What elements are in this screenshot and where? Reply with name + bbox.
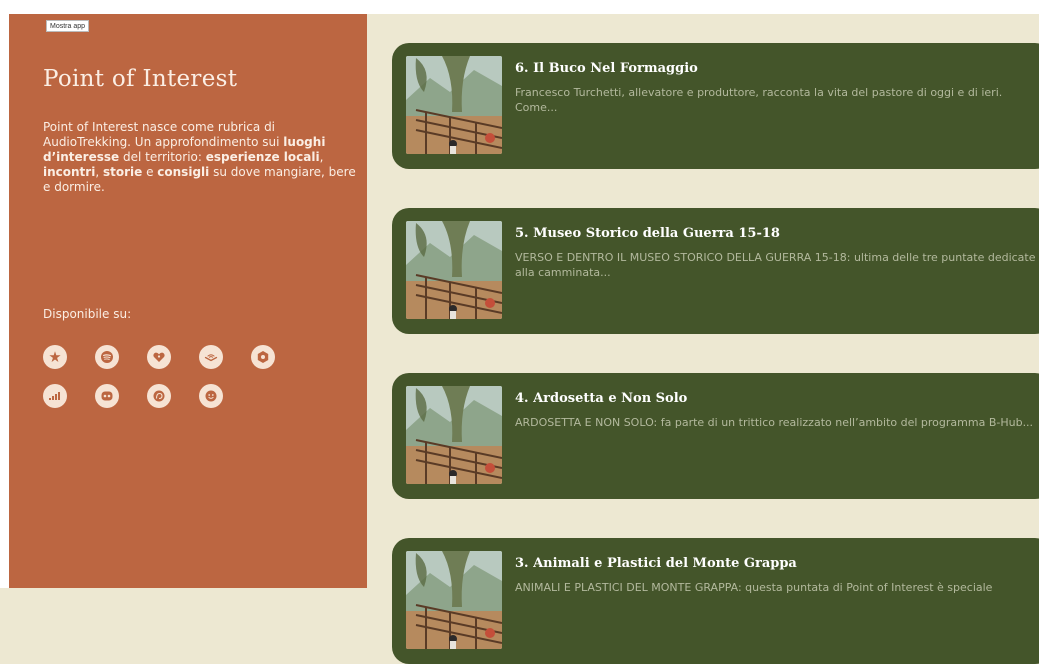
episode-artwork [406, 386, 502, 484]
show-app-button[interactable]: Mostra app [46, 20, 90, 32]
description-text: , [319, 150, 324, 164]
watercolor-artwork-icon [406, 386, 502, 484]
episode-artwork [406, 56, 502, 154]
description-highlight: incontri [43, 165, 96, 179]
description-highlight: storie [102, 165, 143, 179]
spotify-link[interactable] [95, 345, 119, 369]
available-on-label: Disponibile su: [43, 307, 132, 321]
watercolor-artwork-icon [406, 221, 502, 319]
description-highlight: consigli [157, 165, 210, 179]
player-fm-icon [205, 390, 217, 402]
apple-podcasts-link[interactable] [43, 345, 67, 369]
episode-description: ARDOSETTA E NON SOLO: fa parte di un tri… [515, 416, 1034, 429]
episode-artwork [406, 551, 502, 649]
iheartradio-icon [153, 352, 165, 362]
podcast-description: Point of Interest nasce come rubrica di … [43, 120, 363, 195]
iheartradio-link[interactable] [147, 345, 171, 369]
episode-title[interactable]: 5. Museo Storico della Guerra 15-18 [515, 226, 780, 241]
podchaser-link[interactable] [147, 384, 171, 408]
apple-podcasts-icon [49, 351, 61, 362]
episode-description: VERSO E DENTRO IL MUSEO STORICO DELLA GU… [515, 251, 1036, 279]
podcast-addict-icon [257, 351, 269, 363]
description-text: e [142, 165, 158, 179]
episode-title[interactable]: 6. Il Buco Nel Formaggio [515, 61, 698, 76]
spotify-icon [101, 351, 113, 363]
watercolor-artwork-icon [406, 551, 502, 649]
description-text: del territorio: [119, 150, 206, 164]
episode-card[interactable]: 4. Ardosetta e Non Solo ARDOSETTA E NON … [392, 373, 1039, 499]
episode-card[interactable]: 6. Il Buco Nel Formaggio Francesco Turch… [392, 43, 1039, 169]
podcast-addict-link[interactable] [251, 345, 275, 369]
castbox-link[interactable] [95, 384, 119, 408]
castbox-icon [101, 391, 113, 401]
top-strip [0, 0, 1039, 14]
episode-description: Francesco Turchetti, allevatore e produt… [515, 86, 1003, 114]
page-title: Point of Interest [43, 66, 238, 92]
episode-title[interactable]: 3. Animali e Plastici del Monte Grappa [515, 556, 797, 571]
player-fm-link[interactable] [199, 384, 223, 408]
podchaser-icon [153, 390, 165, 402]
episode-card[interactable]: 3. Animali e Plastici del Monte Grappa A… [392, 538, 1039, 664]
sidebar: Mostra app Point of Interest Point of In… [9, 14, 367, 588]
watercolor-artwork-icon [406, 56, 502, 154]
episode-artwork [406, 221, 502, 319]
deezer-icon [49, 392, 60, 400]
audible-icon [204, 354, 218, 362]
deezer-link[interactable] [43, 384, 67, 408]
platform-links [43, 345, 303, 408]
episode-title[interactable]: 4. Ardosetta e Non Solo [515, 391, 687, 406]
episode-card[interactable]: 5. Museo Storico della Guerra 15-18 VERS… [392, 208, 1039, 334]
description-text: , [95, 165, 103, 179]
left-edge [0, 14, 9, 588]
audible-link[interactable] [199, 345, 223, 369]
description-highlight: esperienze locali [205, 150, 320, 164]
description-text: Point of Interest nasce come rubrica di … [43, 120, 284, 149]
